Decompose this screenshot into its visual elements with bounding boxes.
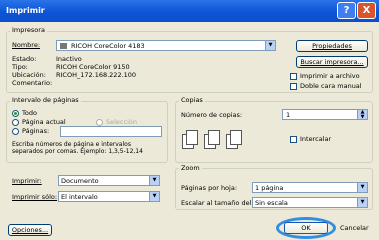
chevron-down-icon: ▼ [357, 198, 367, 207]
location-label: Ubicación: [12, 71, 46, 79]
manual-duplex-label: Doble cara manual [300, 82, 362, 90]
page-range-legend: Intervalo de páginas [10, 96, 81, 104]
status-label: Estado: [12, 55, 37, 63]
ok-label: OK [301, 224, 311, 232]
title-bar: Imprimir ? X [0, 0, 379, 22]
printer-name-label: Nombre: [12, 41, 41, 49]
find-printer-button[interactable]: Buscar impresora... [296, 56, 368, 68]
printer-name-select[interactable]: RICOH CoreColor 4183 ▼ [56, 40, 276, 51]
print-only-value: El intervalo [61, 193, 98, 201]
range-all-radio[interactable] [12, 110, 19, 117]
properties-button[interactable]: Propiedades [296, 40, 368, 52]
status-value: Inactivo [56, 55, 82, 63]
location-value: RICOH_172.168.222.100 [56, 71, 137, 79]
spinner-arrows-icon: ▲ ▼ [357, 110, 367, 120]
print-only-select[interactable]: El intervalo ▼ [58, 191, 160, 202]
pages-input[interactable] [60, 126, 162, 137]
collate-checkbox[interactable] [290, 136, 297, 143]
range-all-label: Todo [22, 109, 37, 117]
cancel-button[interactable]: Cancelar [340, 224, 369, 232]
print-only-label: Imprimir sólo: [12, 193, 58, 201]
window-title: Imprimir [6, 6, 45, 15]
properties-label: Propiedades [312, 42, 352, 50]
collate-label: Intercalar [300, 135, 332, 143]
options-label: Opciones... [11, 226, 49, 234]
pages-per-sheet-label: Páginas por hoja: [181, 184, 238, 192]
find-printer-label: Buscar impresora... [300, 58, 364, 66]
range-selection-radio[interactable] [96, 119, 103, 126]
copies-count-label: Número de copias: [181, 111, 243, 119]
help-button[interactable]: ? [337, 2, 356, 19]
comment-label: Comentario: [12, 79, 53, 87]
type-label: Tipo: [12, 63, 28, 71]
copies-count-stepper[interactable]: 1 ▲ ▼ [282, 109, 368, 120]
range-pages-label: Páginas: [22, 127, 50, 135]
close-button[interactable]: X [357, 2, 376, 19]
copies-legend: Copias [179, 96, 205, 104]
pages-per-sheet-select[interactable]: 1 página ▼ [252, 182, 368, 193]
print-to-file-checkbox[interactable] [290, 73, 297, 80]
options-button[interactable]: Opciones... [8, 224, 52, 236]
copies-count-value: 1 [286, 111, 291, 119]
chevron-down-icon: ▼ [149, 192, 159, 201]
type-value: RICOH CoreColor 9150 [56, 63, 130, 71]
manual-duplex-checkbox[interactable] [290, 83, 297, 90]
ok-button[interactable]: OK [284, 222, 328, 234]
zoom-legend: Zoom [179, 164, 202, 172]
scale-select[interactable]: Sin escala ▼ [252, 197, 368, 208]
range-current-radio[interactable] [12, 119, 19, 126]
print-what-label: Imprimir: [12, 177, 42, 185]
printer-icon [60, 43, 67, 49]
print-what-value: Documento [61, 177, 99, 185]
printer-legend: Impresora [10, 26, 47, 34]
scale-value: Sin escala [255, 199, 288, 207]
chevron-down-icon: ▼ [357, 183, 367, 192]
range-current-label: Página actual [22, 118, 66, 126]
chevron-down-icon: ▼ [265, 41, 275, 50]
range-pages-radio[interactable] [12, 128, 19, 135]
print-to-file-label: Imprimir a archivo [300, 72, 360, 80]
printer-name-value: RICOH CoreColor 4183 [71, 42, 145, 50]
page-range-hint: Escriba números de página e intervalos s… [12, 141, 143, 155]
pages-per-sheet-value: 1 página [255, 184, 284, 192]
range-selection-label: Selección [106, 118, 137, 126]
print-what-select[interactable]: Documento ▼ [58, 175, 160, 186]
chevron-down-icon: ▼ [149, 176, 159, 185]
